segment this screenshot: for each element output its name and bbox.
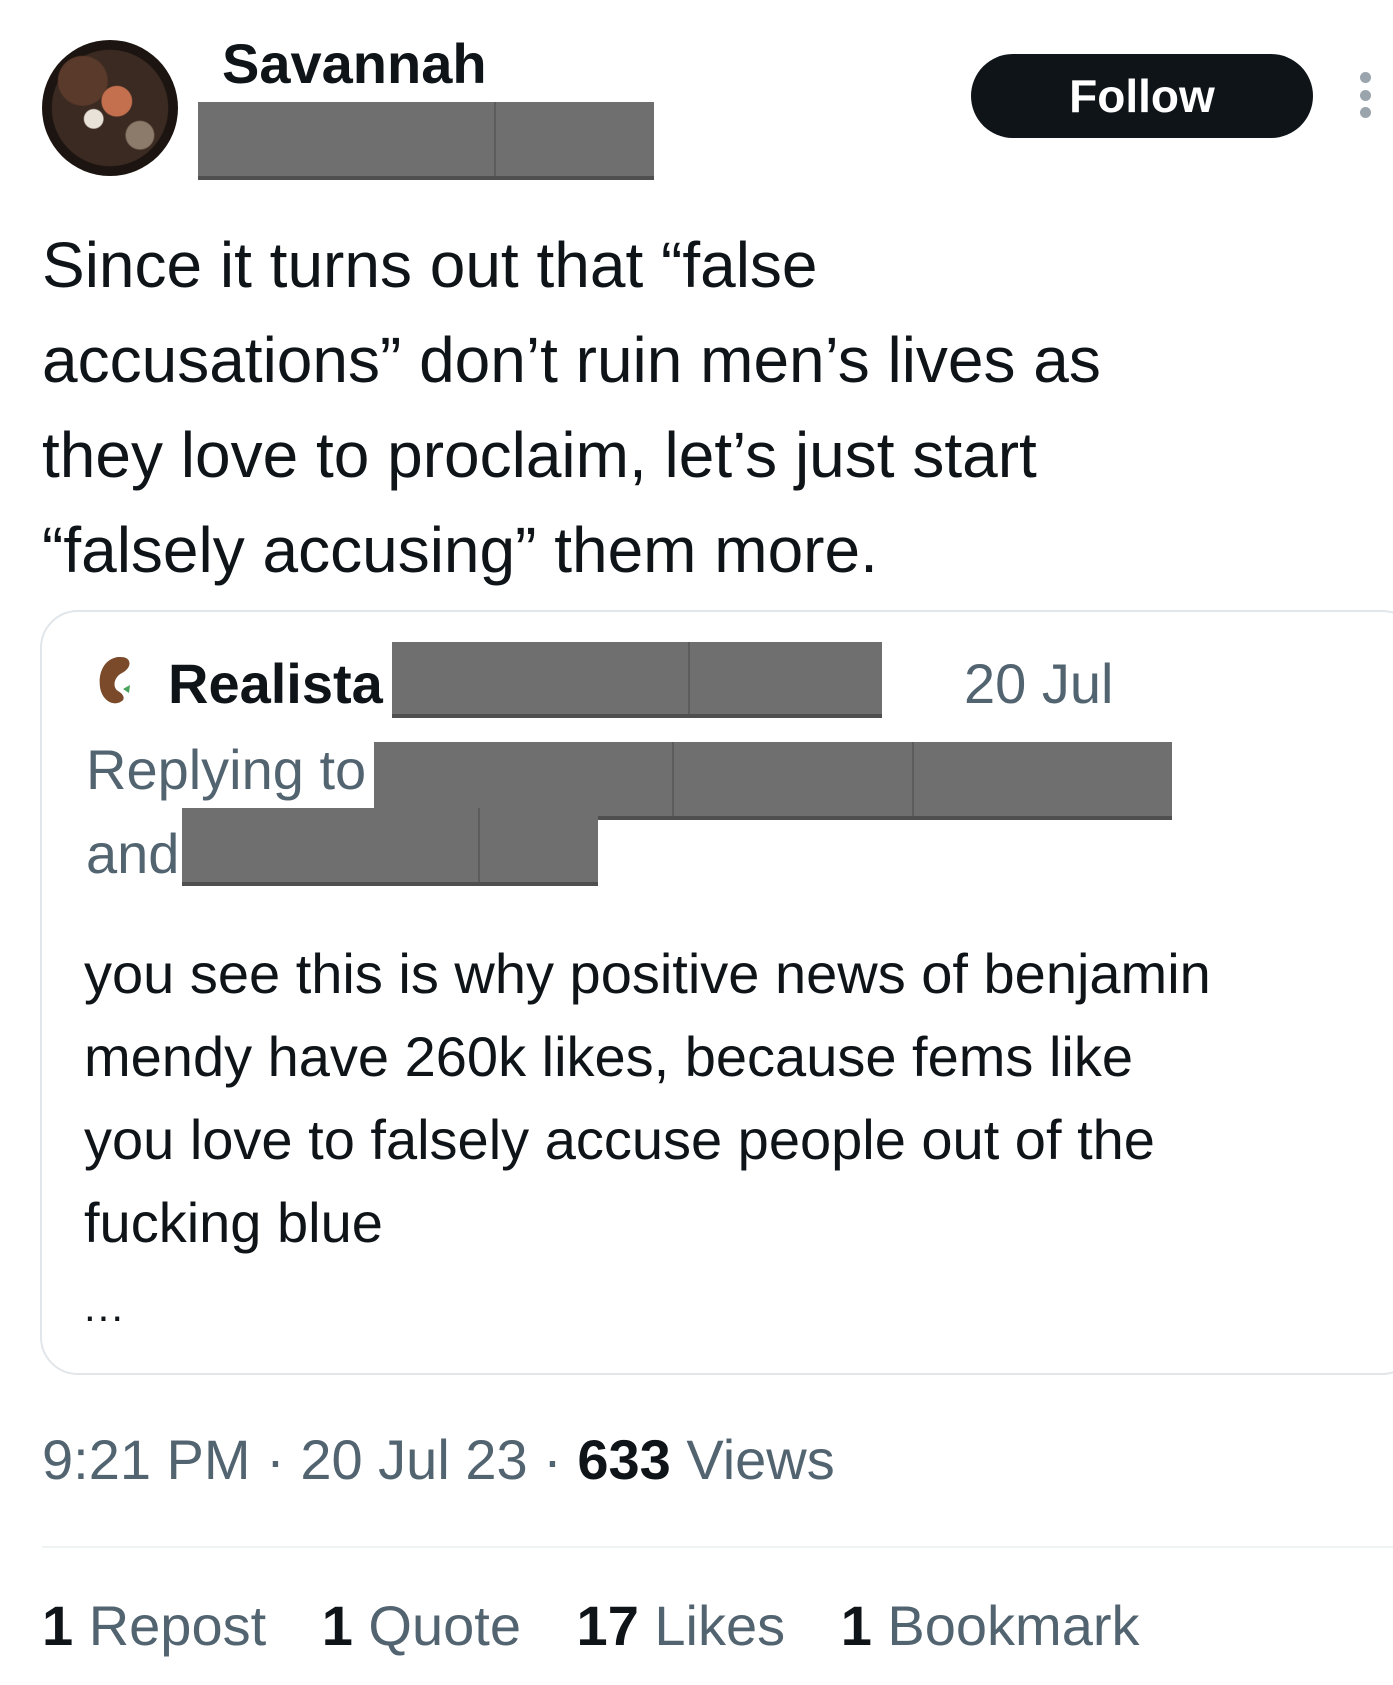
redacted-reply-handle-2 — [182, 808, 598, 886]
reposts-stat[interactable]: 1 Repost — [42, 1594, 266, 1657]
reposts-label: Repost — [73, 1594, 267, 1657]
tweet-meta: 9:21 PM · 20 Jul 23 · 633 Views — [42, 1432, 835, 1488]
meta-separator: · — [527, 1428, 578, 1491]
tweet-time[interactable]: 9:21 PM — [42, 1428, 251, 1491]
quoted-author-name[interactable]: Realista — [168, 656, 383, 712]
likes-stat[interactable]: 17 Likes — [577, 1594, 786, 1657]
tweet-text: Since it turns out that “false accusatio… — [42, 229, 1101, 586]
bookmarks-stat[interactable]: 1 Bookmark — [841, 1594, 1140, 1657]
divider — [42, 1546, 1393, 1548]
bookmarks-label: Bookmark — [871, 1594, 1140, 1657]
vertical-ellipsis-icon[interactable] — [1358, 72, 1372, 118]
redacted-handle — [198, 102, 654, 180]
quotes-stat[interactable]: 1 Quote — [322, 1594, 521, 1657]
follow-button[interactable]: Follow — [971, 54, 1313, 138]
likes-label: Likes — [638, 1594, 786, 1657]
kidney-bean-icon — [99, 657, 130, 704]
author-avatar[interactable] — [42, 40, 178, 176]
likes-count: 17 — [576, 1594, 639, 1657]
quotes-label: Quote — [352, 1594, 521, 1657]
quoted-tweet-date[interactable]: 20 Jul — [964, 656, 1113, 712]
views-count: 633 — [577, 1428, 671, 1491]
bookmarks-count: 1 — [840, 1594, 872, 1657]
author-name[interactable]: Savannah — [222, 36, 487, 92]
engagement-stats: 1 Repost 1 Quote 17 Likes 1 Bookmark — [42, 1598, 1180, 1654]
replying-to-label: Replying to — [86, 738, 367, 801]
quoted-tweet-text: you see this is why positive news of ben… — [84, 942, 1211, 1254]
and-label: and — [86, 822, 180, 885]
views-label: Views — [670, 1428, 835, 1491]
reposts-count: 1 — [42, 1594, 74, 1657]
tweet-date[interactable]: 20 Jul 23 — [300, 1428, 527, 1491]
quotes-count: 1 — [321, 1594, 353, 1657]
quoted-tweet-ellipsis: ... — [84, 1283, 126, 1330]
redacted-quoted-handle — [392, 642, 882, 718]
meta-separator: · — [250, 1428, 301, 1491]
